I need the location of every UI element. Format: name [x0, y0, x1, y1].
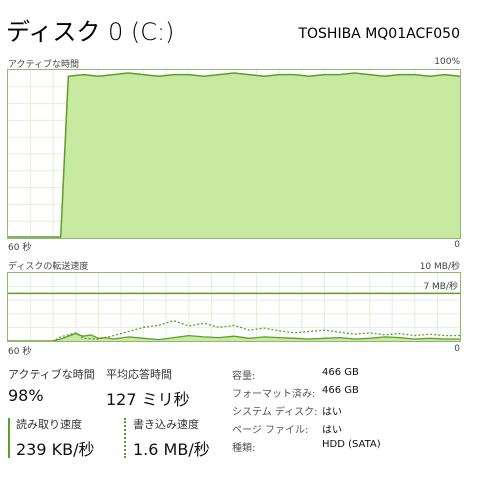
transfer-chart-max: 10 MB/秒 — [419, 262, 460, 272]
active-chart-x-right: 0 — [454, 240, 460, 250]
info-value-page-file: はい — [322, 425, 342, 436]
active-chart-x-left: 60 秒 — [8, 243, 32, 253]
read-series-marker — [8, 418, 10, 458]
transfer-rate-chart — [7, 272, 461, 342]
info-value-formatted: 466 GB — [322, 385, 359, 396]
active-time-chart-svg — [8, 70, 461, 238]
info-label-type: 種類: — [232, 443, 256, 454]
page-title: ディスク 0 (C:) — [6, 18, 175, 46]
info-label-system-disk: システム ディスク: — [232, 407, 318, 418]
transfer-chart-label: ディスクの転送速度 — [8, 262, 89, 272]
transfer-rate-chart-svg — [8, 273, 460, 342]
info-value-capacity: 466 GB — [322, 367, 359, 378]
active-time-stat-label: アクティブな時間 — [8, 368, 95, 381]
info-value-type: HDD (SATA) — [322, 439, 381, 450]
transfer-chart-x-right: 0 — [454, 344, 460, 354]
transfer-chart-x-left: 60 秒 — [8, 347, 32, 357]
active-time-chart — [7, 69, 461, 239]
active-time-stat-value: 98% — [8, 386, 44, 405]
write-series-marker — [124, 418, 128, 458]
info-label-formatted: フォーマット済み: — [232, 389, 316, 400]
read-speed-value: 239 KB/秒 — [16, 440, 95, 459]
info-label-capacity: 容量: — [232, 371, 256, 382]
response-time-label: 平均応答時間 — [106, 368, 172, 381]
info-label-page-file: ページ ファイル: — [232, 425, 309, 436]
response-time-value: 127 ミリ秒 — [106, 390, 190, 409]
write-speed-label: 書き込み速度 — [133, 418, 199, 431]
transfer-ref-label: 7 MB/秒 — [423, 282, 458, 292]
info-value-system-disk: はい — [322, 407, 342, 418]
active-chart-max: 100% — [434, 57, 460, 67]
write-speed-value: 1.6 MB/秒 — [133, 440, 210, 459]
disk-model: TOSHIBA MQ01ACF050 — [298, 26, 460, 42]
active-time-area — [8, 73, 460, 238]
read-speed-label: 読み取り速度 — [16, 418, 82, 431]
